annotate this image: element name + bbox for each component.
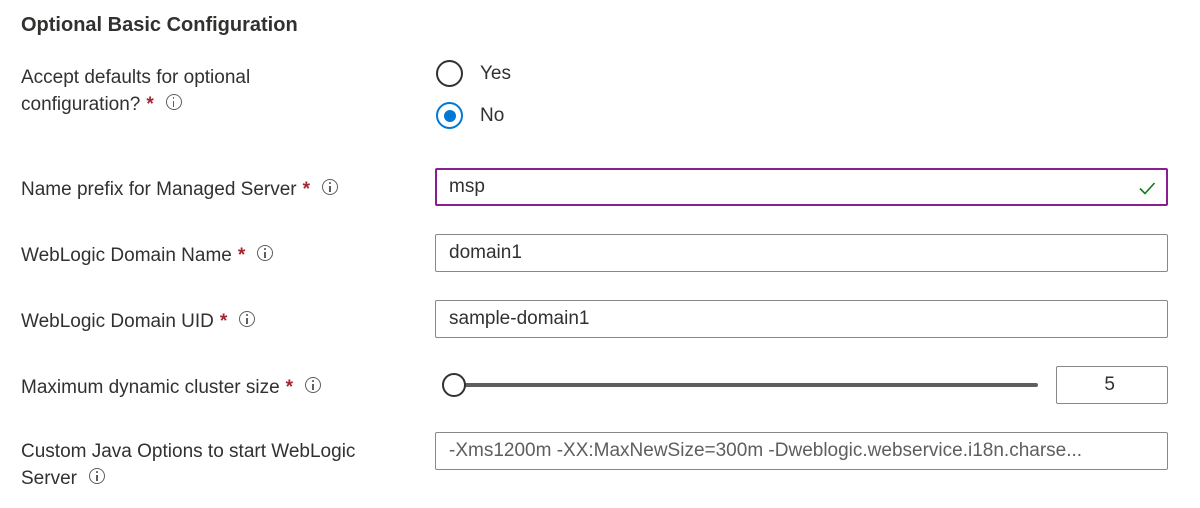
domain-uid-value: sample-domain1 bbox=[449, 308, 590, 329]
java-options-input[interactable]: -Xms1200m -XX:MaxNewSize=300m -Dweblogic… bbox=[435, 432, 1168, 470]
java-options-placeholder: -Xms1200m -XX:MaxNewSize=300m -Dweblogic… bbox=[449, 440, 1083, 461]
checkmark-icon bbox=[1139, 182, 1156, 195]
info-icon[interactable] bbox=[257, 245, 274, 261]
info-icon[interactable] bbox=[322, 179, 339, 195]
required-indicator: * bbox=[237, 245, 246, 266]
managed-server-prefix-input[interactable]: msp bbox=[435, 168, 1168, 206]
required-indicator: * bbox=[302, 179, 311, 200]
required-indicator: * bbox=[146, 94, 154, 115]
java-options-label: Custom Java Options to start WebLogic Se… bbox=[21, 438, 355, 492]
cluster-size-slider-thumb[interactable] bbox=[442, 373, 466, 397]
radio-option-no[interactable]: No bbox=[436, 102, 504, 129]
radio-option-yes[interactable]: Yes bbox=[436, 60, 511, 87]
info-icon[interactable] bbox=[305, 377, 322, 393]
managed-server-prefix-value: msp bbox=[449, 176, 485, 197]
domain-uid-input[interactable]: sample-domain1 bbox=[435, 300, 1168, 338]
managed-server-prefix-label: Name prefix for Managed Server * bbox=[21, 176, 339, 203]
radio-button-yes[interactable] bbox=[436, 60, 463, 87]
accept-defaults-label-line2: configuration? bbox=[21, 94, 141, 115]
cluster-size-input[interactable]: 5 bbox=[1056, 366, 1168, 404]
radio-button-no[interactable] bbox=[436, 102, 463, 129]
domain-name-input[interactable]: domain1 bbox=[435, 234, 1168, 272]
java-options-label-line1: Custom Java Options to start WebLogic bbox=[21, 441, 356, 462]
domain-name-value: domain1 bbox=[449, 242, 522, 263]
info-icon[interactable] bbox=[239, 311, 256, 327]
radio-label-yes: Yes bbox=[480, 62, 511, 84]
managed-server-prefix-label-text: Name prefix for Managed Server bbox=[21, 179, 297, 200]
section-title: Optional Basic Configuration bbox=[21, 14, 298, 36]
cluster-size-label: Maximum dynamic cluster size * bbox=[21, 374, 322, 401]
info-icon[interactable] bbox=[165, 94, 182, 110]
domain-name-label-text: WebLogic Domain Name bbox=[21, 245, 232, 266]
accept-defaults-label-line1: Accept defaults for optional bbox=[21, 67, 251, 88]
domain-uid-label: WebLogic Domain UID * bbox=[21, 308, 256, 335]
domain-name-label: WebLogic Domain Name * bbox=[21, 242, 274, 269]
accept-defaults-label: Accept defaults for optional configurati… bbox=[21, 64, 250, 118]
domain-uid-label-text: WebLogic Domain UID bbox=[21, 311, 214, 332]
required-indicator: * bbox=[285, 377, 294, 398]
required-indicator: * bbox=[219, 311, 228, 332]
cluster-size-label-text: Maximum dynamic cluster size bbox=[21, 377, 280, 398]
info-icon[interactable] bbox=[88, 468, 105, 484]
java-options-label-line2: Server bbox=[21, 468, 77, 489]
cluster-size-slider-track[interactable] bbox=[454, 383, 1038, 387]
radio-label-no: No bbox=[480, 104, 505, 126]
